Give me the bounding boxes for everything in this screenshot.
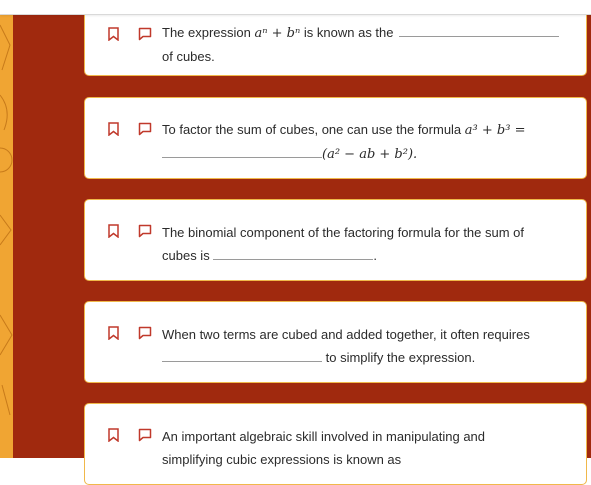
- decorative-pattern: [0, 24, 13, 416]
- comment-icon[interactable]: [138, 428, 152, 442]
- comment-icon[interactable]: [138, 27, 152, 41]
- question-text: The binomial component of the factoring …: [162, 225, 525, 263]
- question-text: An important algebraic skill involved in…: [162, 429, 486, 467]
- question-card: An important algebraic skill involved in…: [84, 403, 587, 485]
- question-card: The binomial component of the factoring …: [84, 199, 587, 281]
- bookmark-icon[interactable]: [107, 428, 120, 442]
- question-text: The expression aⁿ + bⁿ is known as the o…: [162, 21, 574, 68]
- comment-icon[interactable]: [138, 122, 152, 136]
- bookmark-icon[interactable]: [107, 224, 120, 238]
- answer-blank[interactable]: [213, 245, 374, 260]
- answer-blank[interactable]: [162, 143, 322, 158]
- comment-icon[interactable]: [138, 224, 152, 238]
- bookmark-icon[interactable]: [107, 27, 120, 41]
- question-card: When two terms are cubed and added toget…: [84, 301, 587, 383]
- bookmark-icon[interactable]: [107, 326, 120, 340]
- question-text: When two terms are cubed and added toget…: [162, 327, 530, 365]
- question-card: To factor the sum of cubes, one can use …: [84, 97, 587, 179]
- question-text: To factor the sum of cubes, one can use …: [162, 122, 526, 162]
- bookmark-icon[interactable]: [107, 122, 120, 136]
- answer-blank[interactable]: [162, 347, 322, 362]
- answer-blank[interactable]: [399, 22, 560, 37]
- decorative-strip: [0, 15, 13, 458]
- comment-icon[interactable]: [138, 326, 152, 340]
- top-bar: [0, 0, 591, 15]
